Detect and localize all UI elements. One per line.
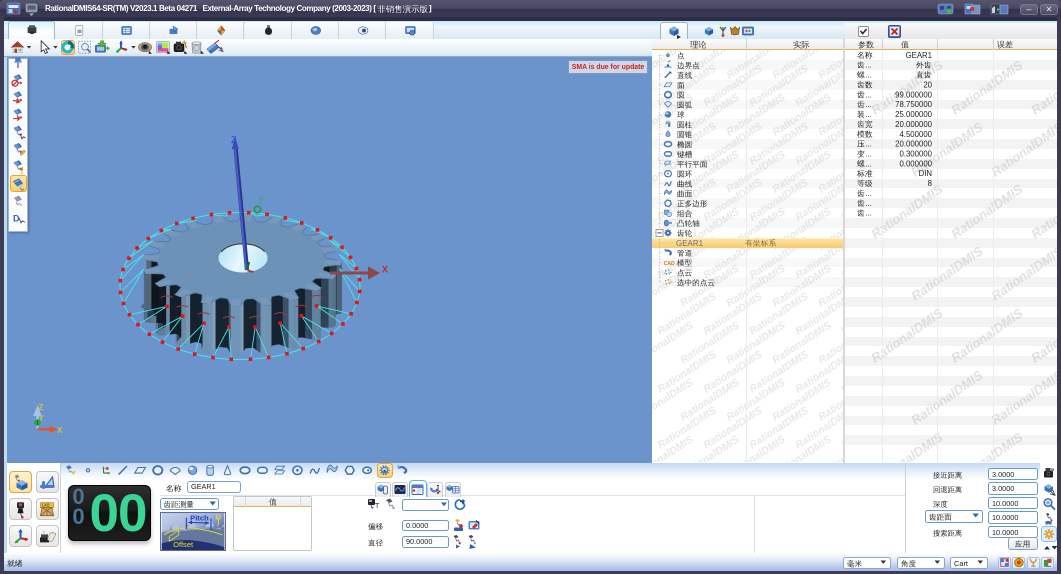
svg-text:...: ... (865, 61, 872, 70)
svg-text:0.000000: 0.000000 (899, 159, 932, 168)
svg-text:GEAR1: GEAR1 (676, 239, 704, 248)
svg-text:...: ... (865, 110, 872, 119)
svg-text:25.000000: 25.000000 (895, 110, 933, 119)
svg-text:1X8: 1X8 (42, 503, 51, 508)
svg-text:...: ... (865, 71, 872, 80)
svg-text:...: ... (865, 90, 872, 99)
svg-text:0.300000: 0.300000 (899, 150, 932, 159)
svg-text:...: ... (865, 140, 872, 149)
svg-text:20: 20 (923, 80, 932, 89)
svg-text:78.750000: 78.750000 (895, 100, 933, 109)
svg-text:CAD: CAD (664, 261, 675, 267)
svg-text:...: ... (865, 189, 872, 198)
svg-text:20.000000: 20.000000 (895, 120, 933, 129)
svg-text:99.000000: 99.000000 (895, 90, 933, 99)
svg-text:...: ... (865, 209, 872, 218)
svg-text:...: ... (865, 100, 872, 109)
svg-text:4.500000: 4.500000 (899, 130, 932, 139)
svg-text:...: ... (865, 150, 872, 159)
svg-text:...: ... (865, 159, 872, 168)
svg-text:...: ... (865, 199, 872, 208)
svg-text:GEAR1: GEAR1 (906, 51, 932, 60)
svg-text:20.000000: 20.000000 (895, 140, 933, 149)
svg-text:8: 8 (928, 179, 932, 188)
svg-text:DIN: DIN (919, 169, 932, 178)
svg-text:T: T (375, 503, 380, 510)
